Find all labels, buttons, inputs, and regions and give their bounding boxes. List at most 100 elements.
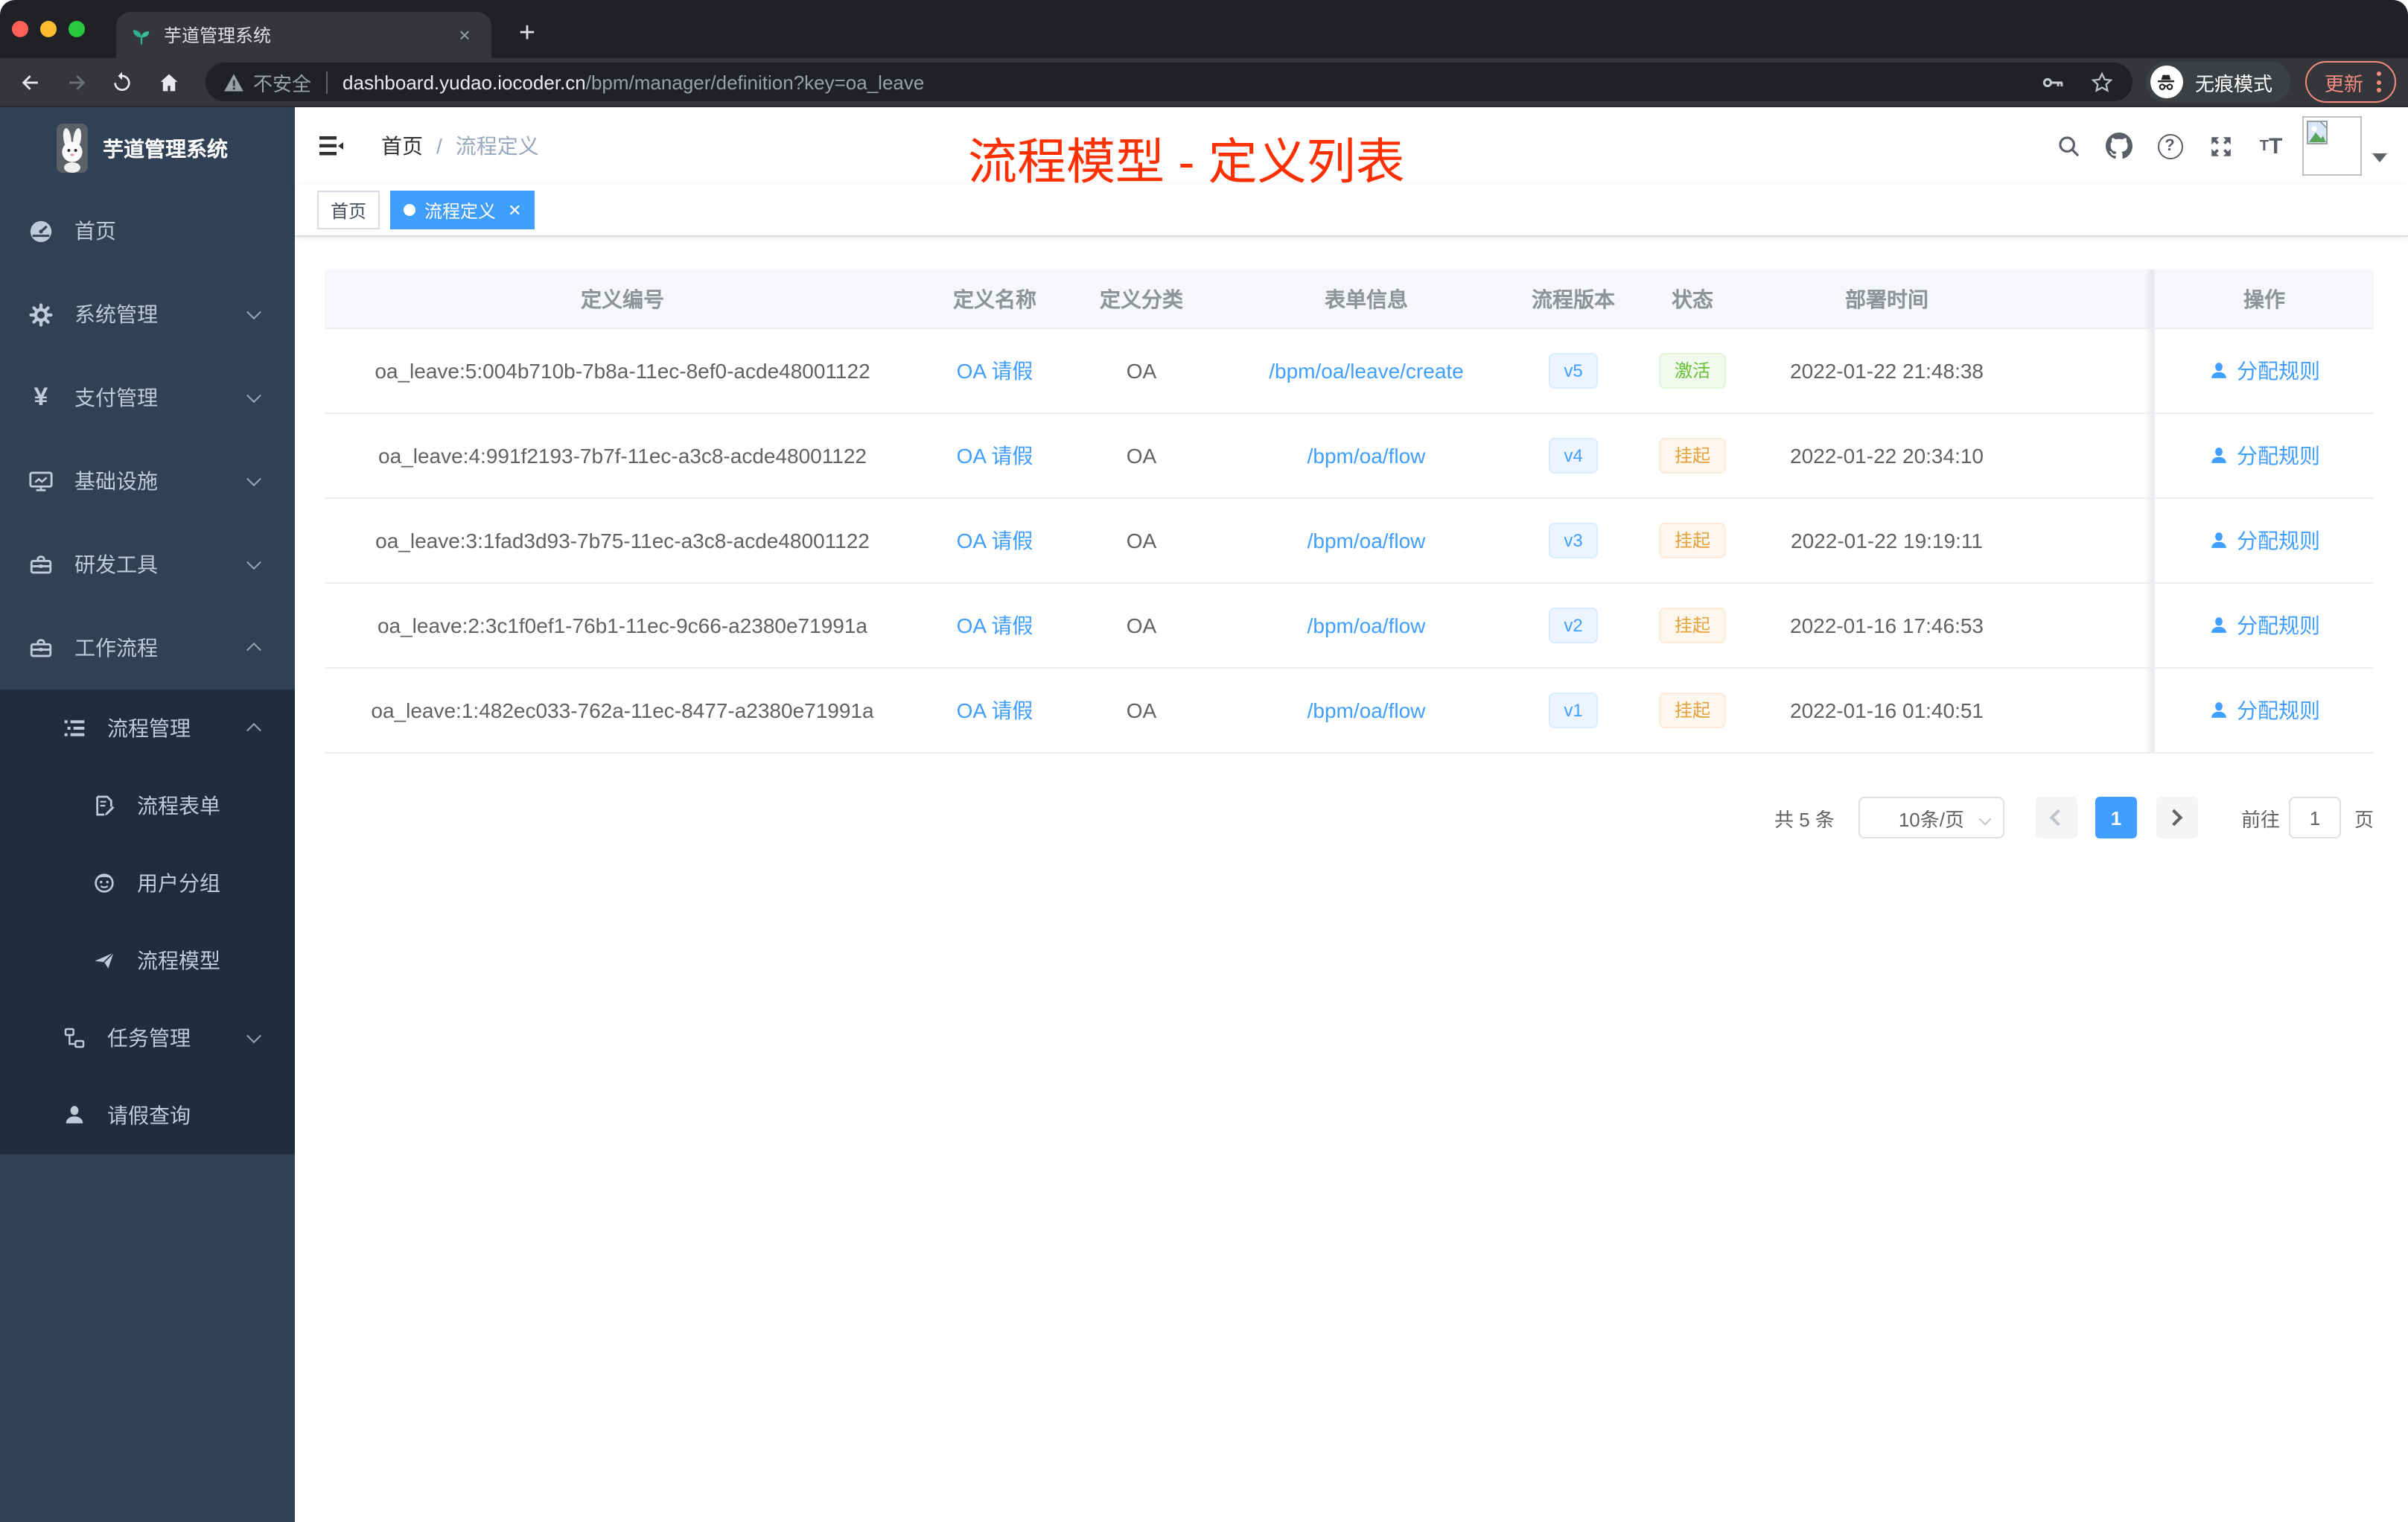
page-unit-label: 页 [2354, 808, 2374, 830]
incognito-label: 无痕模式 [2194, 72, 2272, 95]
next-page-button[interactable] [2156, 797, 2198, 838]
fullscreen-icon[interactable] [2195, 107, 2246, 185]
chevron-right-icon [2166, 809, 2184, 827]
table-row: oa_leave:5:004b710b-7b8a-11ec-8ef0-acde4… [325, 329, 2374, 414]
page-content: 定义编号 定义名称 定义分类 表单信息 流程版本 状态 部署时间 操作 oa_l… [295, 237, 2408, 838]
avatar-dropdown-icon[interactable] [2372, 153, 2387, 162]
security-label[interactable]: 不安全 [253, 68, 311, 96]
reload-icon[interactable] [101, 63, 143, 101]
form-link[interactable]: /bpm/oa/flow [1307, 614, 1426, 637]
search-icon[interactable] [2043, 107, 2094, 185]
sidebar-item-home[interactable]: 首页 [0, 189, 295, 273]
sidebar-item-workflow[interactable]: 工作流程 [0, 606, 295, 690]
breadcrumb-current: 流程定义 [455, 134, 539, 158]
password-key-icon[interactable] [2040, 69, 2065, 95]
sidebar-item-process-model[interactable]: 流程模型 [0, 922, 295, 999]
assign-rule-link[interactable]: 分配规则 [2208, 356, 2320, 386]
deploy-time: 2022-01-16 01:40:51 [1790, 698, 1984, 722]
status-badge: 挂起 [1659, 438, 1725, 474]
people-icon [91, 870, 116, 896]
tree-table-icon [61, 716, 86, 741]
table-header: 定义编号 定义名称 定义分类 表单信息 流程版本 状态 部署时间 操作 [325, 270, 2374, 329]
form-link[interactable]: /bpm/oa/flow [1307, 444, 1426, 468]
browser-menu-icon[interactable] [2377, 71, 2381, 92]
zoom-window-button[interactable] [69, 21, 85, 37]
sidebar: 芋道管理系统 首页 系统管理 ¥ 支付管理 基础设施 研发工具 工作流程 流程管… [0, 107, 295, 1522]
dashboard-icon [28, 218, 54, 243]
minimize-window-button[interactable] [40, 21, 57, 37]
definition-category: OA [1126, 359, 1157, 383]
tag-process-definition[interactable]: 流程定义 ✕ [390, 191, 535, 229]
page-size-select[interactable]: 10条/页 [1858, 797, 2004, 838]
tag-home[interactable]: 首页 [317, 191, 380, 229]
favicon-seedling-icon [131, 25, 152, 45]
assign-rule-link[interactable]: 分配规则 [2208, 526, 2320, 555]
breadcrumb-home[interactable]: 首页 [381, 131, 423, 161]
form-link[interactable]: /bpm/oa/leave/create [1269, 359, 1464, 383]
chrome-update-button[interactable]: 更新 [2305, 61, 2396, 103]
definition-category: OA [1126, 529, 1157, 553]
assign-rule-link[interactable]: 分配规则 [2208, 695, 2320, 725]
goto-label: 前往 [2240, 808, 2280, 830]
form-link[interactable]: /bpm/oa/flow [1307, 529, 1426, 553]
table-row: oa_leave:3:1fad3d93-7b75-11ec-a3c8-acde4… [325, 499, 2374, 584]
assign-rule-link[interactable]: 分配规则 [2208, 441, 2320, 471]
chevron-left-icon [2050, 809, 2068, 827]
definition-name-link[interactable]: OA 请假 [957, 441, 1033, 471]
definition-name-link[interactable]: OA 请假 [957, 695, 1033, 725]
divider [326, 71, 328, 93]
home-icon[interactable] [147, 63, 189, 101]
chevron-down-icon [1978, 812, 1992, 826]
chevron-down-icon [246, 305, 261, 320]
sidebar-item-task-management[interactable]: 任务管理 [0, 999, 295, 1077]
definition-name-link[interactable]: OA 请假 [957, 356, 1033, 386]
font-size-icon[interactable]: TT [2246, 107, 2296, 185]
url-field[interactable]: 不安全 dashboard.yudao.iocoder.cn/bpm/manag… [206, 63, 2133, 101]
sidebar-item-system[interactable]: 系统管理 [0, 273, 295, 356]
sidebar-item-devtools[interactable]: 研发工具 [0, 523, 295, 606]
back-icon[interactable] [9, 63, 51, 101]
chevron-down-icon [246, 555, 261, 570]
goto-page-input[interactable] [2288, 797, 2341, 838]
sidebar-logo[interactable]: 芋道管理系统 [0, 107, 295, 189]
bookmark-star-icon[interactable] [2089, 69, 2115, 95]
assign-rule-link[interactable]: 分配规则 [2208, 611, 2320, 640]
new-tab-button[interactable]: + [508, 15, 547, 54]
definition-id: oa_leave:4:991f2193-7b7f-11ec-a3c8-acde4… [378, 444, 867, 468]
table-row: oa_leave:2:3c1f0ef1-76b1-11ec-9c66-a2380… [325, 584, 2374, 669]
update-label[interactable]: 更新 [2325, 68, 2363, 96]
toolbox-icon [28, 552, 54, 577]
url-path: /bpm/manager/definition?key=oa_leave [585, 71, 925, 93]
sidebar-item-process-form[interactable]: 流程表单 [0, 767, 295, 844]
tag-close-icon[interactable]: ✕ [508, 200, 521, 220]
status-badge: 挂起 [1659, 692, 1725, 728]
definition-name-link[interactable]: OA 请假 [957, 526, 1033, 555]
status-badge: 挂起 [1659, 608, 1725, 643]
browser-chrome: 芋道管理系统 × + 不安全 dashboard.yudao.iocoder.c… [0, 0, 2408, 107]
sidebar-item-leave-query[interactable]: 请假查询 [0, 1077, 295, 1154]
deploy-time: 2022-01-22 19:19:11 [1791, 529, 1983, 553]
page-annotation: 流程模型 - 定义列表 [968, 134, 1405, 189]
version-badge: v5 [1549, 353, 1598, 389]
incognito-badge: 无痕模式 [2145, 61, 2290, 103]
tab-close-icon[interactable]: × [453, 24, 477, 46]
hamburger-icon[interactable] [319, 134, 344, 165]
sidebar-item-process-management[interactable]: 流程管理 [0, 690, 295, 767]
avatar[interactable] [2302, 116, 2362, 176]
form-link[interactable]: /bpm/oa/flow [1307, 698, 1426, 722]
forward-icon[interactable] [55, 63, 97, 101]
sidebar-item-user-group[interactable]: 用户分组 [0, 844, 295, 922]
page-number-current[interactable]: 1 [2095, 797, 2137, 838]
browser-tab[interactable]: 芋道管理系统 × [116, 12, 491, 58]
version-badge: v3 [1549, 523, 1598, 558]
sidebar-item-payment[interactable]: ¥ 支付管理 [0, 356, 295, 439]
version-badge: v4 [1549, 438, 1598, 474]
definition-id: oa_leave:1:482ec033-762a-11ec-8477-a2380… [371, 698, 874, 722]
help-icon[interactable]: ? [2144, 107, 2195, 185]
tab-strip: 芋道管理系统 × + [0, 0, 2408, 58]
definition-name-link[interactable]: OA 请假 [957, 611, 1033, 640]
github-icon[interactable] [2094, 107, 2144, 185]
prev-page-button[interactable] [2035, 797, 2077, 838]
close-window-button[interactable] [12, 21, 28, 37]
sidebar-item-infra[interactable]: 基础设施 [0, 439, 295, 523]
